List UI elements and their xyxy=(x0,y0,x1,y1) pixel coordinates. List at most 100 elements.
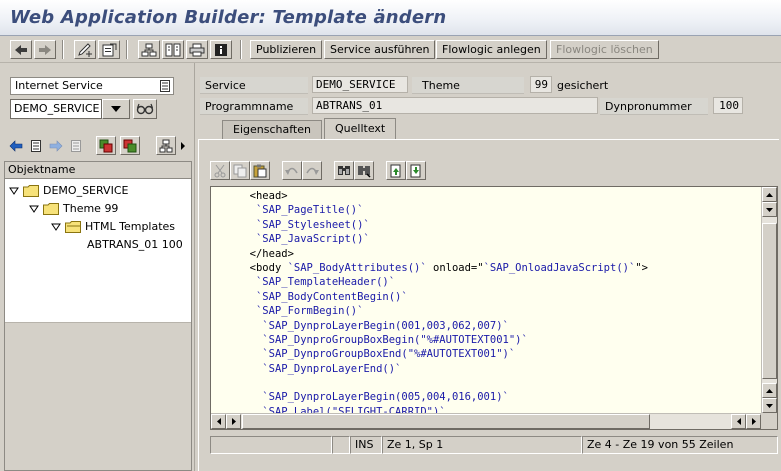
delete-flowlogic-button[interactable]: Flowlogic löschen xyxy=(550,40,659,59)
code-token-sap: `SAP_Stylesheet()` xyxy=(255,218,370,231)
vertical-scrollbar[interactable] xyxy=(761,187,777,413)
object-list-icon[interactable] xyxy=(162,40,184,59)
vertical-scroll-thumb[interactable] xyxy=(762,223,777,379)
expanded-caret-icon[interactable] xyxy=(9,186,19,196)
collapse-node-icon[interactable] xyxy=(120,136,140,155)
code-token-sap: `SAP_DynproLayerBegin(001,003,062,007)` xyxy=(262,319,509,332)
source-code-editor[interactable]: <head> `SAP_PageTitle()` `SAP_Stylesheet… xyxy=(210,186,778,430)
scroll-up-button[interactable] xyxy=(762,187,777,202)
editor-status-bar: INS Ze 1, Sp 1 Ze 4 - Ze 19 von 55 Zeile… xyxy=(210,436,778,454)
title-bar: Web Application Builder: Template ändern xyxy=(0,0,781,36)
code-line[interactable]: `SAP_Stylesheet()` xyxy=(237,218,761,232)
cut-icon[interactable] xyxy=(210,161,230,180)
code-token-html: <body xyxy=(249,261,288,274)
line-range: Ze 4 - Ze 19 von 55 Zeilen xyxy=(582,436,778,454)
code-token-sap: `SAP_TemplateHeader()` xyxy=(255,276,396,289)
code-token-sap: `SAP_Label("SFLIGHT-CARRID")` xyxy=(262,405,446,413)
service-field: DEMO_SERVICE xyxy=(312,76,408,93)
page-icon[interactable] xyxy=(66,136,86,155)
object-type-label: Internet Service xyxy=(15,79,103,92)
code-line[interactable]: `SAP_FormBegin()` xyxy=(237,304,761,318)
info-icon[interactable] xyxy=(210,40,232,59)
paste-icon[interactable] xyxy=(250,161,270,180)
display-button[interactable] xyxy=(133,99,157,119)
application-toolbar: Publizieren Service ausführen Flowlogic … xyxy=(0,36,781,63)
create-flowlogic-button[interactable]: Flowlogic anlegen xyxy=(436,40,547,59)
program-name-label: Programmname xyxy=(205,100,294,113)
code-line[interactable]: `SAP_DynproGroupBoxEnd("%#AUTOTEXT001")` xyxy=(237,347,761,361)
code-token-sap: `SAP_BodyAttributes()` xyxy=(287,261,427,274)
code-token-sap: `SAP_JavaScript()` xyxy=(255,233,370,246)
folder-icon xyxy=(43,203,59,215)
expanded-caret-icon[interactable] xyxy=(29,204,39,214)
redo-icon[interactable] xyxy=(302,161,322,180)
tree-node-theme[interactable]: Theme 99 xyxy=(29,200,118,218)
code-line[interactable] xyxy=(237,376,761,390)
hierarchy-icon[interactable] xyxy=(156,136,176,155)
scroll-down-button[interactable] xyxy=(762,398,777,413)
code-line[interactable]: `SAP_DynproLayerEnd()` xyxy=(237,362,761,376)
tab-properties[interactable]: Eigenschaften xyxy=(222,120,322,139)
code-area[interactable]: <head> `SAP_PageTitle()` `SAP_Stylesheet… xyxy=(211,189,761,413)
object-dropdown-button[interactable] xyxy=(102,99,130,119)
find-next-icon[interactable] xyxy=(354,161,374,180)
scroll-down-button[interactable] xyxy=(762,202,777,217)
scroll-right-button[interactable] xyxy=(226,414,241,429)
navigator-toolbar xyxy=(4,134,192,158)
code-line[interactable]: `SAP_Label("SFLIGHT-CARRID")` xyxy=(237,405,761,413)
toolbar-separator xyxy=(62,40,64,59)
code-line[interactable]: <head> xyxy=(237,189,761,203)
undo-icon[interactable] xyxy=(282,161,302,180)
tab-source[interactable]: Quelltext xyxy=(324,118,397,139)
code-line[interactable]: `SAP_DynproGroupBoxBegin("%#AUTOTEXT001"… xyxy=(237,333,761,347)
publish-button[interactable]: Publizieren xyxy=(250,40,323,59)
code-token-sap: `SAP_DynproGroupBoxEnd("%#AUTOTEXT001")` xyxy=(262,348,516,361)
page-icon[interactable] xyxy=(26,136,46,155)
code-line[interactable]: `SAP_JavaScript()` xyxy=(237,232,761,246)
horizontal-scrollbar[interactable] xyxy=(211,413,761,429)
back-arrow-icon[interactable] xyxy=(10,40,32,59)
code-line[interactable]: `SAP_TemplateHeader()` xyxy=(237,275,761,289)
back-arrow-icon[interactable] xyxy=(6,136,26,155)
change-pencil-icon[interactable] xyxy=(74,40,96,59)
code-line[interactable]: `SAP_DynproLayerBegin(005,004,016,001)` xyxy=(237,390,761,404)
scroll-right-button[interactable] xyxy=(746,414,761,429)
chevron-right-icon[interactable] xyxy=(176,136,190,155)
horizontal-scroll-thumb[interactable] xyxy=(242,414,650,429)
forward-arrow-icon[interactable] xyxy=(46,136,66,155)
print-icon[interactable] xyxy=(186,40,208,59)
tree-node-label: HTML Templates xyxy=(85,220,176,233)
forward-arrow-icon[interactable] xyxy=(34,40,56,59)
code-line[interactable]: `SAP_DynproLayerBegin(001,003,062,007)` xyxy=(237,319,761,333)
code-line[interactable]: `SAP_PageTitle()` xyxy=(237,203,761,217)
object-name-input[interactable]: DEMO_SERVICE xyxy=(10,99,102,119)
tree-node-template[interactable]: ABTRANS_01 100 xyxy=(87,236,183,254)
code-line[interactable]: <body `SAP_BodyAttributes()` onload="`SA… xyxy=(237,261,761,275)
expand-node-icon[interactable] xyxy=(96,136,116,155)
scroll-left-button[interactable] xyxy=(731,414,746,429)
scroll-left-button[interactable] xyxy=(211,414,226,429)
copy-icon[interactable] xyxy=(230,161,250,180)
open-folder-icon xyxy=(65,221,81,233)
code-line[interactable]: </head> xyxy=(237,247,761,261)
code-token-sap: `SAP_BodyContentBegin()` xyxy=(255,290,408,303)
download-icon[interactable] xyxy=(406,161,426,180)
main-area: Service DEMO_SERVICE Theme 99 gesichert … xyxy=(196,63,781,471)
tree-node-html-templates[interactable]: HTML Templates xyxy=(51,218,175,236)
find-icon[interactable] xyxy=(334,161,354,180)
object-type-selector[interactable]: Internet Service xyxy=(10,77,174,95)
theme-field: 99 xyxy=(530,76,552,93)
hierarchy-icon[interactable] xyxy=(138,40,160,59)
expanded-caret-icon[interactable] xyxy=(51,222,61,232)
code-line[interactable]: `SAP_BodyContentBegin()` xyxy=(237,290,761,304)
run-service-button[interactable]: Service ausführen xyxy=(324,40,436,59)
upload-icon[interactable] xyxy=(386,161,406,180)
activate-icon[interactable] xyxy=(98,40,120,59)
scroll-up-button[interactable] xyxy=(762,383,777,398)
tree-node-service[interactable]: DEMO_SERVICE xyxy=(9,182,128,200)
